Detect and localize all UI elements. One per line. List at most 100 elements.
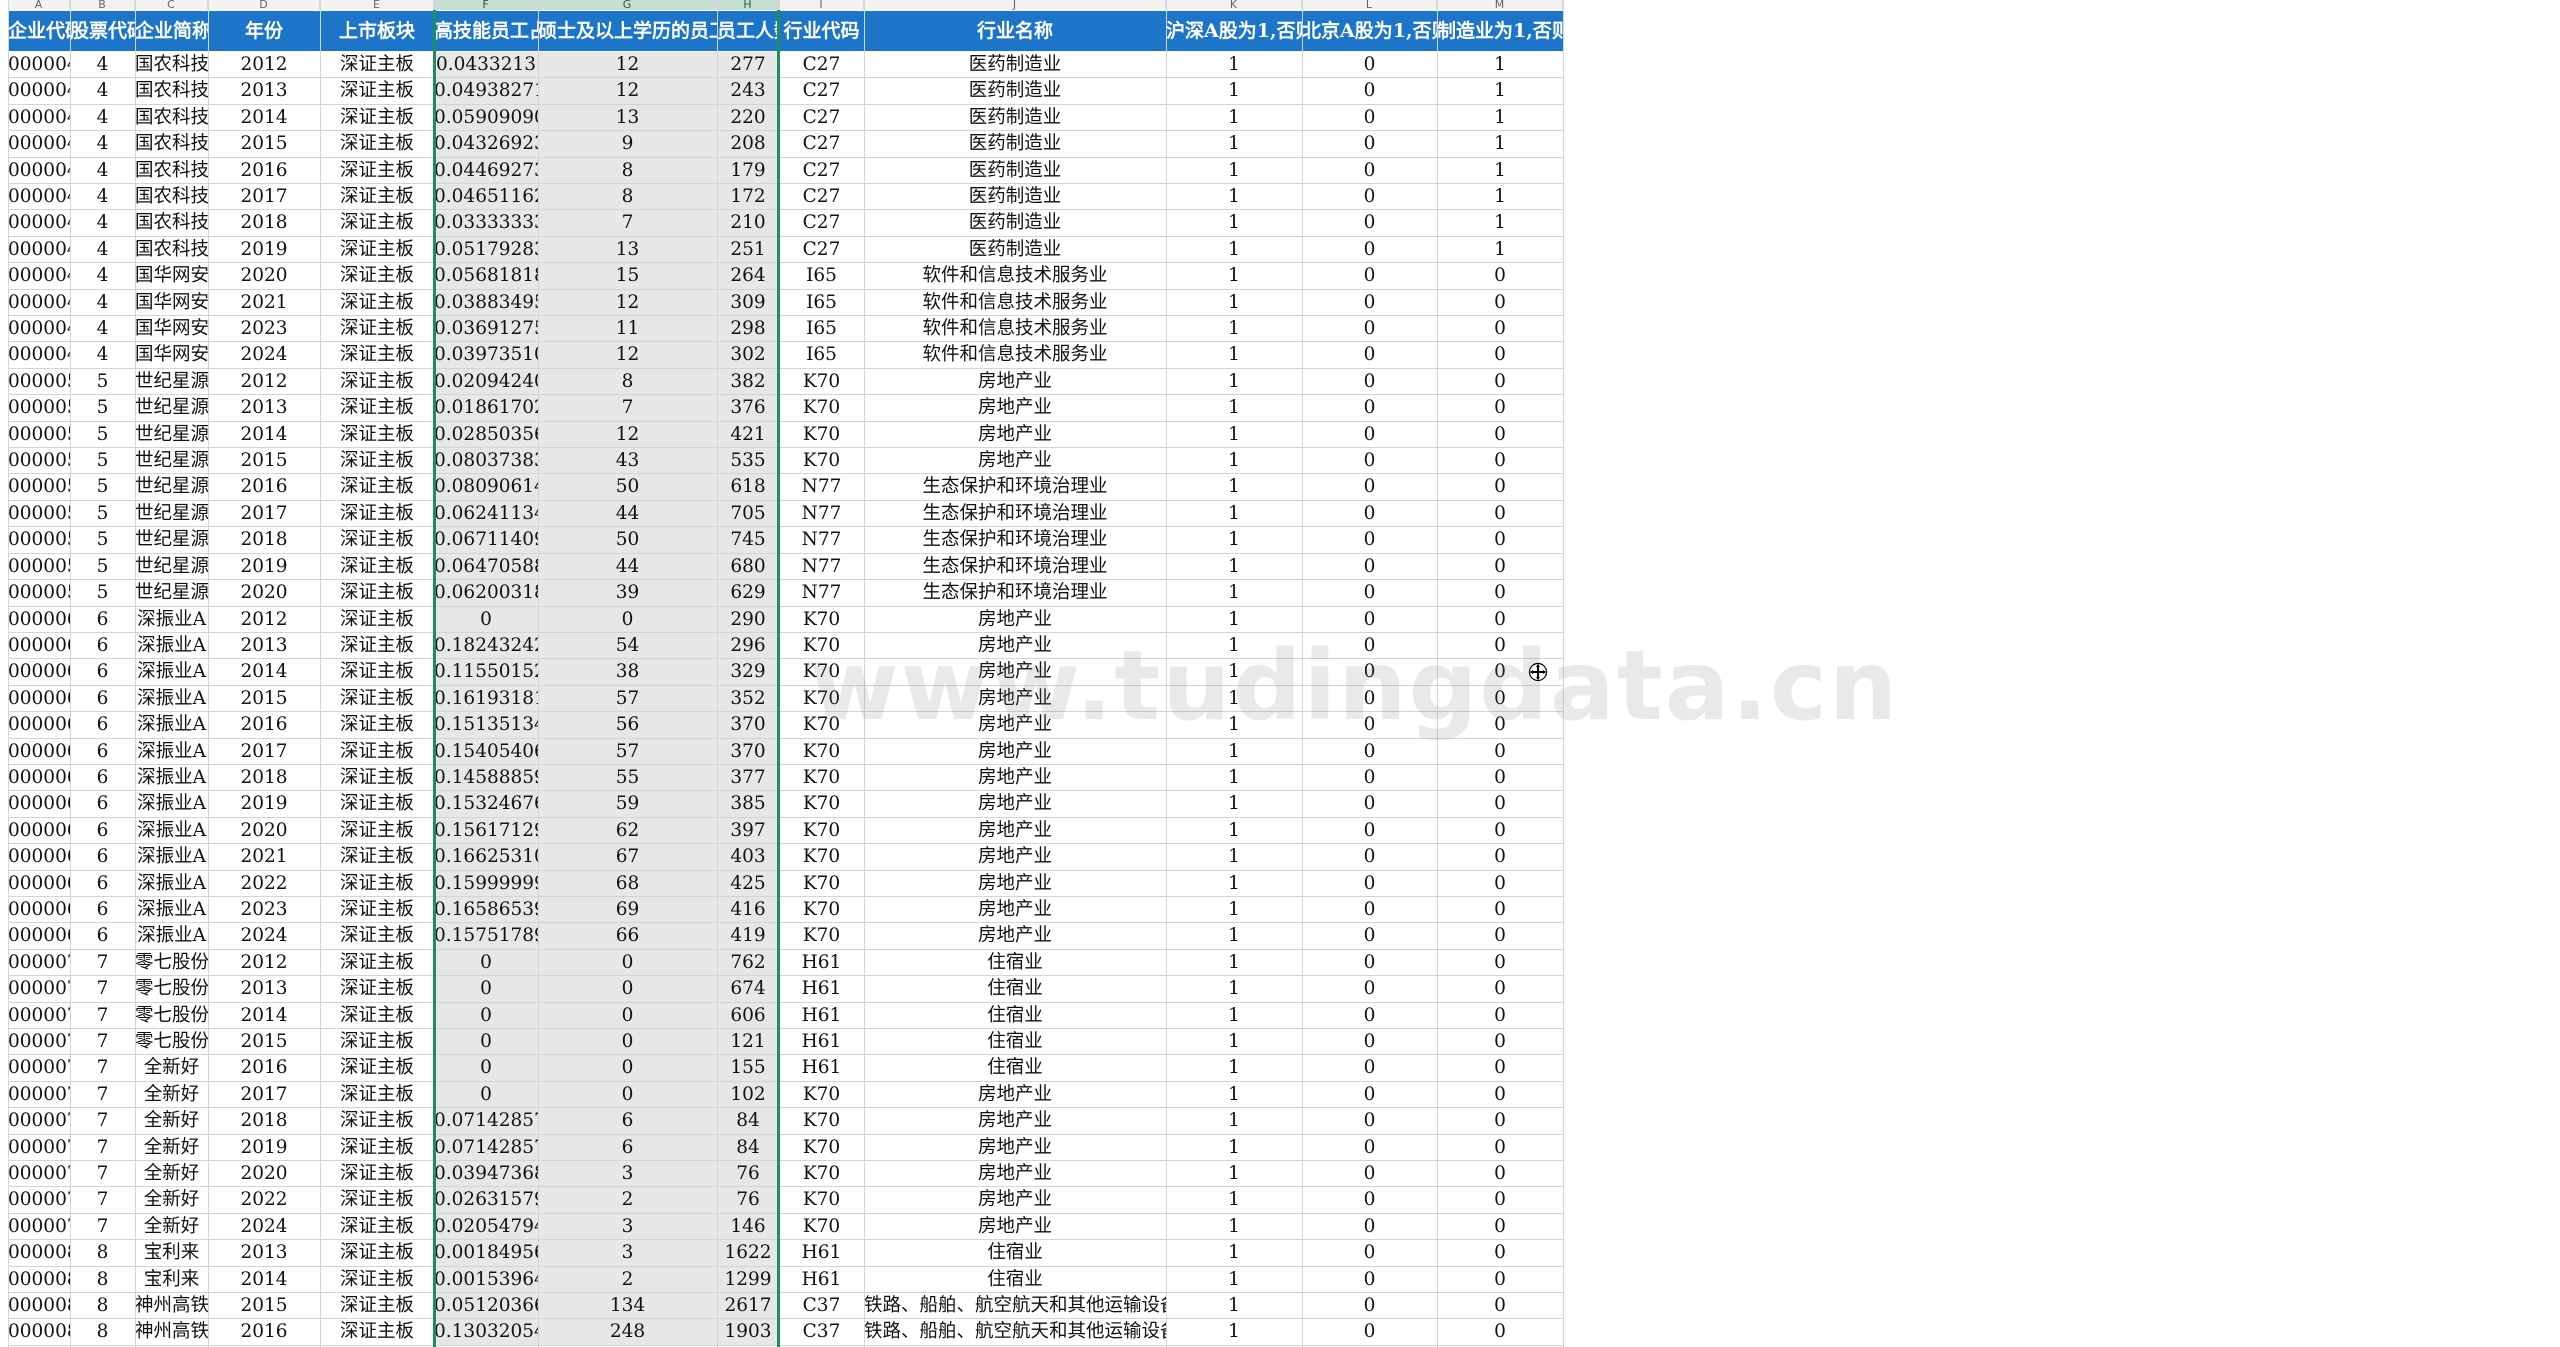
cell-shsz-a-flag[interactable]: 1 [1166, 1029, 1302, 1056]
cell-shsz-a-flag[interactable]: 1 [1166, 1214, 1302, 1241]
cell-listing-board[interactable]: 深证主板 [320, 686, 434, 713]
cell-listing-board[interactable]: 深证主板 [320, 158, 434, 184]
cell-industry-name[interactable]: 房地产业 [864, 369, 1166, 396]
cell-stock-code[interactable]: 6 [70, 871, 135, 897]
cell-enterprise-code[interactable]: 000004 [8, 263, 70, 290]
cell-beijing-a-flag[interactable]: 0 [1302, 237, 1437, 264]
cell-year[interactable]: 2021 [208, 290, 320, 317]
cell-shsz-a-flag[interactable]: 1 [1166, 844, 1302, 871]
cell-beijing-a-flag[interactable]: 0 [1302, 844, 1437, 871]
cell-stock-code[interactable]: 6 [70, 844, 135, 871]
cell-industry-name[interactable]: 房地产业 [864, 923, 1166, 950]
cell-stock-code[interactable]: 7 [70, 976, 135, 1003]
cell-enterprise-code[interactable]: 000007 [8, 1214, 70, 1241]
cell-industry-name[interactable]: 房地产业 [864, 659, 1166, 686]
cell-employee-count[interactable]: 210 [717, 210, 779, 237]
row-number-stub[interactable] [0, 158, 8, 184]
cell-shsz-a-flag[interactable]: 1 [1166, 791, 1302, 818]
cell-industry-code[interactable]: H61 [779, 1003, 864, 1029]
cell-stock-code[interactable]: 8 [70, 1267, 135, 1294]
row-number-stub[interactable] [0, 527, 8, 553]
cell-stock-code[interactable]: 4 [70, 290, 135, 317]
cell-year[interactable]: 2020 [208, 263, 320, 290]
cell-listing-board[interactable]: 深证主板 [320, 791, 434, 818]
row-number-stub[interactable] [0, 976, 8, 1002]
cell-short-name[interactable]: 深振业A [135, 844, 208, 871]
cell-shsz-a-flag[interactable]: 1 [1166, 976, 1302, 1003]
column-letter-f[interactable]: F [434, 0, 538, 10]
row-number-stub[interactable] [0, 52, 8, 78]
cell-industry-name[interactable]: 软件和信息技术服务业 [864, 263, 1166, 290]
row-number-stub[interactable] [0, 1187, 8, 1213]
row-number-stub[interactable] [0, 765, 8, 791]
cell-enterprise-code[interactable]: 000004 [8, 158, 70, 184]
cell-stock-code[interactable]: 4 [70, 105, 135, 132]
row-number-stub[interactable] [0, 422, 8, 448]
cell-stock-code[interactable]: 6 [70, 712, 135, 739]
cell-short-name[interactable]: 世纪星源 [135, 554, 208, 581]
cell-industry-code[interactable]: K70 [779, 1082, 864, 1109]
cell-year[interactable]: 2014 [208, 659, 320, 686]
cell-masters-count[interactable]: 3 [538, 1213, 717, 1241]
cell-industry-name[interactable]: 房地产业 [864, 765, 1166, 792]
cell-employee-count[interactable]: 329 [717, 659, 779, 686]
cell-high-skill-ratio[interactable]: 0.080373831 [434, 448, 538, 475]
cell-industry-name[interactable]: 住宿业 [864, 1267, 1166, 1294]
cell-shsz-a-flag[interactable]: 1 [1166, 818, 1302, 845]
cell-short-name[interactable]: 神州高铁 [135, 1293, 208, 1320]
cell-short-name[interactable]: 全新好 [135, 1108, 208, 1135]
cell-stock-code[interactable]: 7 [70, 1214, 135, 1241]
cell-beijing-a-flag[interactable]: 0 [1302, 1214, 1437, 1241]
cell-masters-count[interactable]: 6 [538, 1134, 717, 1162]
cell-high-skill-ratio[interactable]: 0.043269232 [434, 131, 538, 158]
cell-short-name[interactable]: 国华网安 [135, 263, 208, 290]
cell-listing-board[interactable]: 深证主板 [320, 369, 434, 396]
cell-beijing-a-flag[interactable]: 0 [1302, 607, 1437, 633]
cell-industry-code[interactable]: C27 [779, 237, 864, 264]
cell-shsz-a-flag[interactable]: 1 [1166, 580, 1302, 607]
cell-manufacturing-flag[interactable]: 0 [1437, 290, 1563, 317]
header-high-skill-ratio[interactable]: 高技能员工占比 [434, 11, 538, 51]
cell-industry-name[interactable]: 医药制造业 [864, 131, 1166, 158]
cell-listing-board[interactable]: 深证主板 [320, 1267, 434, 1294]
cell-industry-name[interactable]: 软件和信息技术服务业 [864, 342, 1166, 369]
cell-enterprise-code[interactable]: 000005 [8, 501, 70, 528]
column-letter-c[interactable]: C [135, 0, 208, 10]
cell-stock-code[interactable]: 7 [70, 1187, 135, 1214]
cell-masters-count[interactable]: 59 [538, 791, 717, 818]
cell-listing-board[interactable]: 深证主板 [320, 818, 434, 845]
cell-beijing-a-flag[interactable]: 0 [1302, 1293, 1437, 1320]
row-number-stub[interactable] [0, 633, 8, 659]
cell-employee-count[interactable]: 264 [717, 263, 779, 290]
cell-industry-code[interactable]: K70 [779, 923, 864, 950]
cell-industry-name[interactable]: 生态保护和环境治理业 [864, 580, 1166, 607]
cell-shsz-a-flag[interactable]: 1 [1166, 1319, 1302, 1346]
row-number-stub[interactable] [0, 1240, 8, 1266]
cell-industry-name[interactable]: 房地产业 [864, 1108, 1166, 1135]
cell-shsz-a-flag[interactable]: 1 [1166, 1293, 1302, 1320]
cell-beijing-a-flag[interactable]: 0 [1302, 1003, 1437, 1029]
cell-industry-code[interactable]: C27 [779, 184, 864, 211]
cell-enterprise-code[interactable]: 000006 [8, 765, 70, 792]
cell-enterprise-code[interactable]: 000007 [8, 1055, 70, 1082]
cell-employee-count[interactable]: 84 [717, 1108, 779, 1135]
cell-enterprise-code[interactable]: 000007 [8, 1029, 70, 1056]
cell-short-name[interactable]: 世纪星源 [135, 501, 208, 528]
cell-manufacturing-flag[interactable]: 0 [1437, 1082, 1563, 1109]
cell-listing-board[interactable]: 深证主板 [320, 105, 434, 132]
cell-year[interactable]: 2017 [208, 1082, 320, 1109]
cell-shsz-a-flag[interactable]: 1 [1166, 184, 1302, 211]
cell-masters-count[interactable]: 62 [538, 817, 717, 845]
row-number-stub[interactable] [0, 1055, 8, 1081]
cell-manufacturing-flag[interactable]: 0 [1437, 739, 1563, 765]
cell-year[interactable]: 2024 [208, 923, 320, 950]
cell-employee-count[interactable]: 121 [717, 1029, 779, 1056]
cell-enterprise-code[interactable]: 000005 [8, 448, 70, 475]
cell-masters-count[interactable]: 0 [538, 949, 717, 977]
cell-listing-board[interactable]: 深证主板 [320, 52, 434, 79]
cell-industry-name[interactable]: 房地产业 [864, 395, 1166, 422]
cell-short-name[interactable]: 国农科技 [135, 210, 208, 237]
cell-shsz-a-flag[interactable]: 1 [1166, 686, 1302, 713]
cell-enterprise-code[interactable]: 000005 [8, 554, 70, 581]
cell-listing-board[interactable]: 深证主板 [320, 78, 434, 105]
